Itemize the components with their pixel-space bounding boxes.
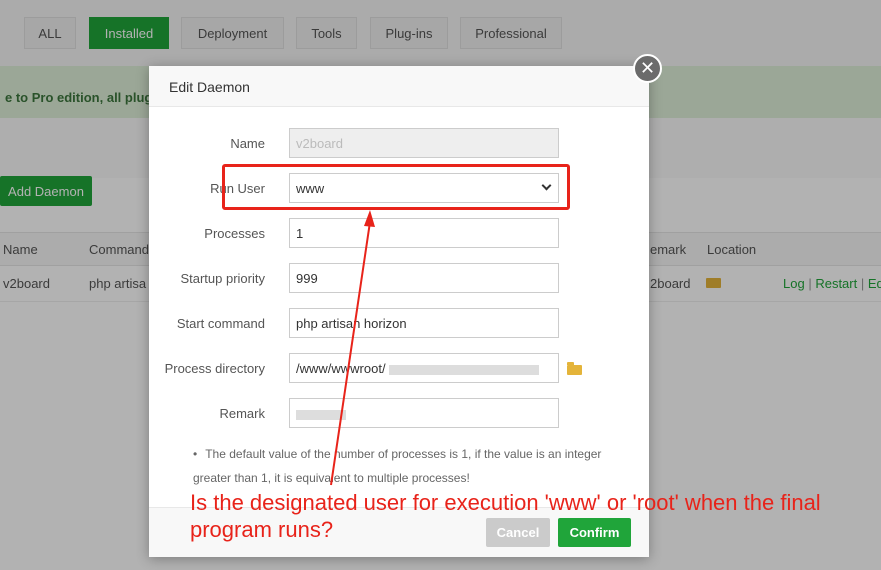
arrow-line [330,221,371,486]
annotation-question: Is the designated user for execution 'ww… [190,490,821,542]
arrow-head [364,210,375,227]
arrow-annotation [330,210,375,486]
